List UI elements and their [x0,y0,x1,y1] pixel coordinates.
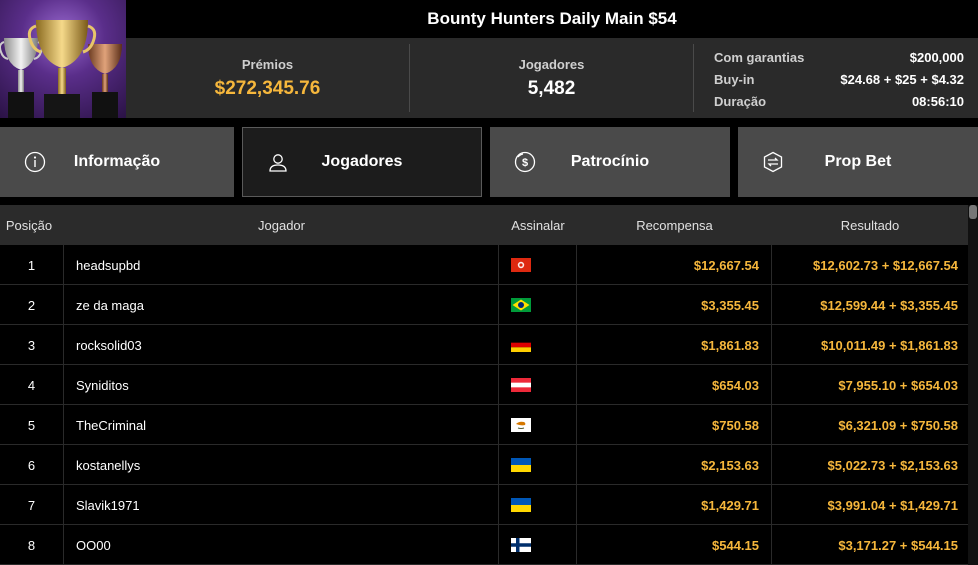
flag-cell [499,285,577,325]
players-table: Posição Jogador Assinalar Recompensa Res… [0,205,968,565]
flag-cell [499,405,577,445]
buyin-value: $24.68 + $25 + $4.32 [840,71,964,87]
table-scrollbar[interactable] [968,205,978,565]
scrollbar-thumb[interactable] [969,205,977,219]
result-cell: $3,171.27 + $544.15 [838,537,958,553]
table-row[interactable]: 6 kostanellys $2,153.63 $5,022.73 + $2,1… [0,445,968,485]
prizes-label: Prémios [241,56,294,72]
header-position[interactable]: Posição [0,205,58,245]
flag-cell [499,525,577,565]
table-row[interactable]: 1 headsupbd $12,667.54 $12,602.73 + $12,… [0,245,968,285]
result-cell: $10,011.49 + $1,861.83 [821,337,958,353]
svg-text:$: $ [522,157,528,169]
result-cell: $3,991.04 + $1,429.71 [827,497,958,513]
players-stat: Jogadores 5,482 [410,38,693,118]
reward-cell: $654.03 [577,365,772,405]
position-cell: 3 [0,325,64,365]
ukraine-flag-icon [511,498,531,512]
tab-players[interactable]: Jogadores [242,127,482,197]
position-cell: 7 [0,485,64,525]
hong-kong-flag-icon [511,258,531,272]
tab-sponsorship[interactable]: $ Patrocínio [490,127,730,197]
player-name: TheCriminal [64,405,499,445]
divider [693,44,694,112]
flag-cell [499,365,577,405]
player-name: ze da maga [64,285,499,325]
prop-bet-icon [763,151,783,173]
reward-cell: $544.15 [577,525,772,565]
cyprus-flag-icon [511,418,531,432]
table-row[interactable]: 7 Slavik1971 $1,429.71 $3,991.04 + $1,42… [0,485,968,525]
flag-cell [499,325,577,365]
flag-cell [499,445,577,485]
germany-flag-icon [511,338,531,352]
guarantee-label: Com garantias [714,49,805,65]
player-name: OO00 [64,525,499,565]
player-name: Syniditos [64,365,499,405]
user-icon [269,154,287,172]
prizes-stat: Prémios $272,345.76 [126,38,409,118]
austria-flag-icon [511,378,531,392]
position-cell: 5 [0,405,64,445]
tournament-header: Bounty Hunters Daily Main $54 Prémios $2… [0,0,978,118]
guarantee-row: Com garantias $200,000 [714,46,964,68]
brazil-flag-icon [511,298,531,312]
header-player[interactable]: Jogador [64,205,499,245]
duration-value: 08:56:10 [911,93,964,109]
player-name: kostanellys [64,445,499,485]
prizes-value: $272,345.76 [214,77,321,99]
reward-cell: $1,861.83 [577,325,772,365]
duration-label: Duração [714,93,767,109]
player-name: Slavik1971 [64,485,499,525]
finland-flag-icon [511,538,531,552]
duration-row: Duração 08:56:10 [714,90,964,112]
reward-cell: $1,429.71 [577,485,772,525]
reward-cell: $750.58 [577,405,772,445]
ukraine-flag-icon [511,458,531,472]
dollar-coin-icon: $ [514,151,536,173]
position-cell: 6 [0,445,64,485]
trophy-image [0,0,126,118]
header-result[interactable]: Resultado [772,205,968,245]
result-cell: $6,321.09 + $750.58 [838,417,958,433]
buyin-label: Buy-in [714,71,755,87]
result-cell: $7,955.10 + $654.03 [838,377,958,393]
result-cell: $12,602.73 + $12,667.54 [813,257,958,273]
table-header: Posição Jogador Assinalar Recompensa Res… [0,205,968,245]
reward-cell: $3,355.45 [577,285,772,325]
player-name: headsupbd [64,245,499,285]
position-cell: 2 [0,285,64,325]
stats-bar: Prémios $272,345.76 Jogadores 5,482 Com … [126,38,978,118]
guarantee-value: $200,000 [909,49,964,65]
position-cell: 8 [0,525,64,565]
header-reward[interactable]: Recompensa [577,205,772,245]
tournament-title: Bounty Hunters Daily Main $54 [126,0,978,38]
players-value: 5,482 [527,77,576,99]
position-cell: 4 [0,365,64,405]
table-row[interactable]: 5 TheCriminal $750.58 $6,321.09 + $750.5… [0,405,968,445]
buyin-row: Buy-in $24.68 + $25 + $4.32 [714,68,964,90]
table-row[interactable]: 4 Syniditos $654.03 $7,955.10 + $654.03 [0,365,968,405]
flag-cell [499,245,577,285]
players-label: Jogadores [518,56,585,72]
result-cell: $5,022.73 + $2,153.63 [827,457,958,473]
tab-bar: Informação Jogadores $ Patrocínio Prop B… [0,127,978,197]
tab-prop-bet[interactable]: Prop Bet [738,127,978,197]
result-cell: $12,599.44 + $3,355.45 [820,297,958,313]
tournament-details: Com garantias $200,000 Buy-in $24.68 + $… [714,46,964,112]
table-row[interactable]: 3 rocksolid03 $1,861.83 $10,011.49 + $1,… [0,325,968,365]
reward-cell: $2,153.63 [577,445,772,485]
table-row[interactable]: 8 OO00 $544.15 $3,171.27 + $544.15 [0,525,968,565]
reward-cell: $12,667.54 [577,245,772,285]
position-cell: 1 [0,245,64,285]
header-flag[interactable]: Assinalar [499,205,577,245]
table-row[interactable]: 2 ze da maga $3,355.45 $12,599.44 + $3,3… [0,285,968,325]
flag-cell [499,485,577,525]
player-name: rocksolid03 [64,325,499,365]
info-icon [24,151,46,173]
tab-information[interactable]: Informação [0,127,234,197]
